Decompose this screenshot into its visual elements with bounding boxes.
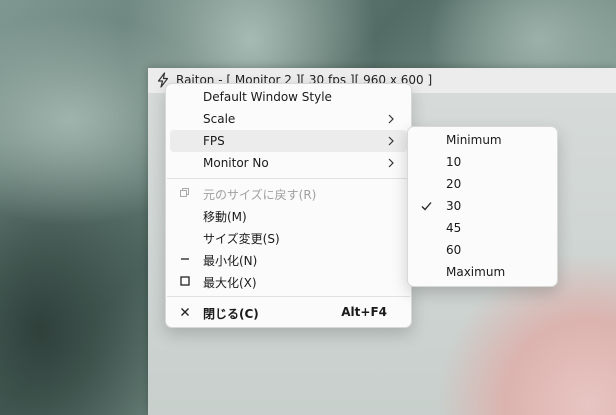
menu-item-restore: 元のサイズに戻す(R) bbox=[170, 182, 407, 204]
chevron-right-icon bbox=[388, 158, 394, 168]
menu-item-label: FPS bbox=[203, 134, 225, 148]
menu-separator bbox=[167, 296, 410, 297]
fps-submenu: Minimum 10 20 30 45 60 Maximum bbox=[407, 126, 558, 287]
chevron-right-icon bbox=[388, 114, 394, 124]
fps-option-45[interactable]: 45 bbox=[412, 217, 553, 239]
menu-item-close[interactable]: 閉じる(C) Alt+F4 bbox=[170, 301, 407, 323]
menu-item-fps[interactable]: FPS bbox=[170, 130, 407, 152]
fps-option-20[interactable]: 20 bbox=[412, 173, 553, 195]
menu-item-default-window-style[interactable]: Default Window Style bbox=[170, 86, 407, 108]
fps-option-minimum[interactable]: Minimum bbox=[412, 129, 553, 151]
system-menu: Default Window Style Scale FPS Monitor N… bbox=[165, 83, 412, 328]
fps-option-label: 60 bbox=[446, 243, 462, 257]
chevron-right-icon bbox=[388, 136, 394, 146]
menu-item-move[interactable]: 移動(M) bbox=[170, 204, 407, 226]
menu-item-label: Scale bbox=[203, 112, 236, 126]
fps-option-label: 30 bbox=[446, 199, 462, 213]
fps-option-label: 10 bbox=[446, 155, 462, 169]
fps-option-label: 20 bbox=[446, 177, 462, 191]
fps-option-60[interactable]: 60 bbox=[412, 239, 553, 261]
menu-item-label: 最大化(X) bbox=[203, 276, 257, 290]
minimize-icon bbox=[181, 258, 189, 260]
fps-option-label: Minimum bbox=[446, 133, 502, 147]
restore-icon bbox=[180, 188, 189, 197]
maximize-icon bbox=[180, 276, 190, 286]
fps-option-label: Maximum bbox=[446, 265, 506, 279]
menu-item-label: 閉じる(C) bbox=[203, 307, 259, 321]
close-icon bbox=[181, 308, 189, 316]
menu-item-label: 移動(M) bbox=[203, 210, 247, 224]
fps-option-label: 45 bbox=[446, 221, 462, 235]
menu-item-label: サイズ変更(S) bbox=[203, 232, 280, 246]
menu-item-minimize[interactable]: 最小化(N) bbox=[170, 248, 407, 270]
menu-item-scale[interactable]: Scale bbox=[170, 108, 407, 130]
fps-option-maximum[interactable]: Maximum bbox=[412, 261, 553, 283]
menu-item-label: Monitor No bbox=[203, 156, 269, 170]
menu-separator bbox=[167, 178, 410, 179]
menu-item-label: Default Window Style bbox=[203, 90, 332, 104]
fps-option-30[interactable]: 30 bbox=[412, 195, 553, 217]
checkmark-icon bbox=[421, 202, 432, 211]
menu-item-maximize[interactable]: 最大化(X) bbox=[170, 270, 407, 292]
menu-item-size[interactable]: サイズ変更(S) bbox=[170, 226, 407, 248]
menu-item-label: 最小化(N) bbox=[203, 254, 258, 268]
menu-item-monitor-no[interactable]: Monitor No bbox=[170, 152, 407, 174]
fps-option-10[interactable]: 10 bbox=[412, 151, 553, 173]
menu-item-label: 元のサイズに戻す(R) bbox=[203, 188, 317, 202]
menu-item-accelerator: Alt+F4 bbox=[341, 305, 387, 319]
